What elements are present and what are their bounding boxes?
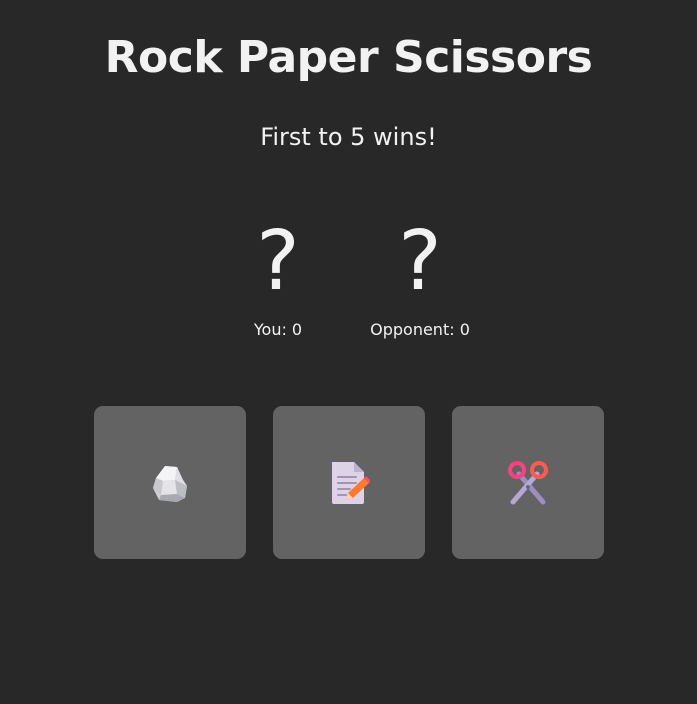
opponent-panel: ? Opponent: 0 [340,212,500,342]
choice-buttons [94,406,604,559]
opponent-score: Opponent: 0 [370,320,470,339]
opponent-choice-display: ? [398,214,442,309]
page-title: Rock Paper Scissors [104,32,593,83]
paper-button[interactable] [273,406,425,559]
player-panel: ? You: 0 [198,212,358,342]
scissors-icon [508,460,548,504]
player-choice-display: ? [256,214,300,309]
player-score: You: 0 [253,320,303,339]
game-rules-subtitle: First to 5 wins! [260,123,437,151]
scoreboard: ? You: 0 ? Opponent: 0 [0,212,697,352]
scissors-button[interactable] [452,406,604,559]
rock-icon [153,465,187,502]
paper-icon [332,461,370,504]
rock-button[interactable] [94,406,246,559]
game-page: Rock Paper Scissors First to 5 wins! ? Y… [0,0,697,704]
